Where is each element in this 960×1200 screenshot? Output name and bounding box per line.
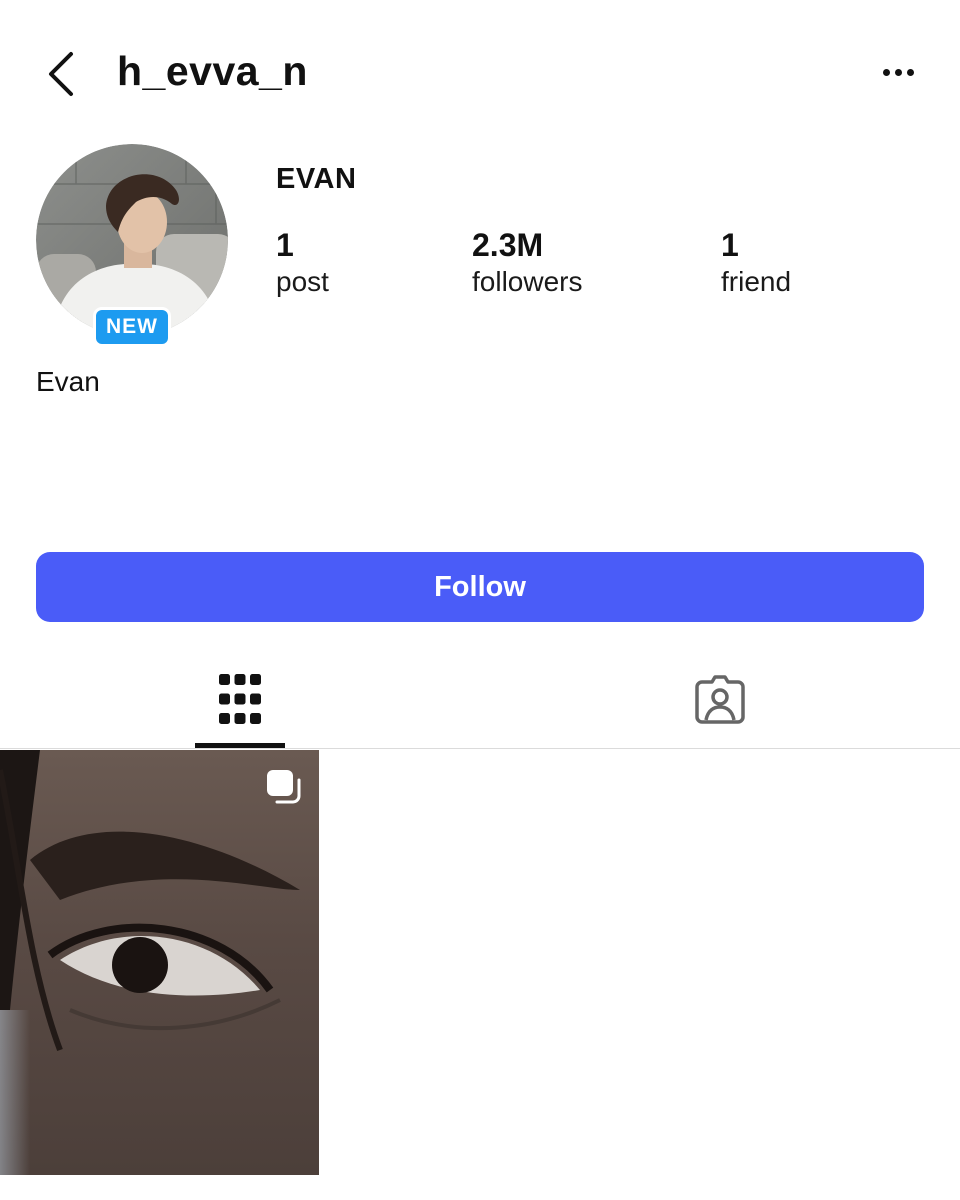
followers-stat[interactable]: 2.3M followers — [472, 226, 582, 300]
more-dot — [906, 68, 914, 76]
back-button[interactable] — [36, 46, 86, 102]
followers-label: followers — [472, 266, 583, 297]
more-dot — [894, 68, 902, 76]
posts-stat[interactable]: 1 post — [276, 226, 329, 300]
friends-count: 1 — [721, 227, 739, 263]
post-image — [0, 750, 319, 1175]
bio-name: Evan — [36, 366, 100, 397]
friends-label: friend — [721, 266, 792, 297]
tab-posts-grid[interactable] — [196, 650, 284, 748]
more-options-button[interactable] — [872, 52, 924, 92]
tab-tagged[interactable] — [676, 650, 764, 748]
more-horizontal-icon — [882, 68, 890, 76]
profile-header: h_evva_n — [0, 30, 960, 120]
posts-count: 1 — [276, 227, 294, 263]
active-tab-indicator — [195, 743, 285, 748]
posts-label: post — [276, 266, 329, 297]
profile-avatar[interactable]: NEW — [36, 144, 228, 344]
chevron-left-icon — [49, 52, 73, 96]
follow-button[interactable]: Follow — [36, 552, 924, 622]
followers-count: 2.3M — [472, 227, 544, 263]
avatar-image — [36, 144, 228, 336]
display-name: EVAN — [276, 163, 357, 195]
profile-username: h_evva_n — [117, 48, 308, 94]
post-thumbnail[interactable] — [0, 750, 319, 1175]
friends-stat[interactable]: 1 friend — [721, 226, 791, 300]
new-badge: NEW — [96, 310, 168, 344]
grid-icon — [219, 674, 261, 724]
profile-tabs — [0, 650, 960, 749]
multiple-images-icon — [267, 770, 301, 804]
tagged-person-icon — [695, 675, 745, 724]
